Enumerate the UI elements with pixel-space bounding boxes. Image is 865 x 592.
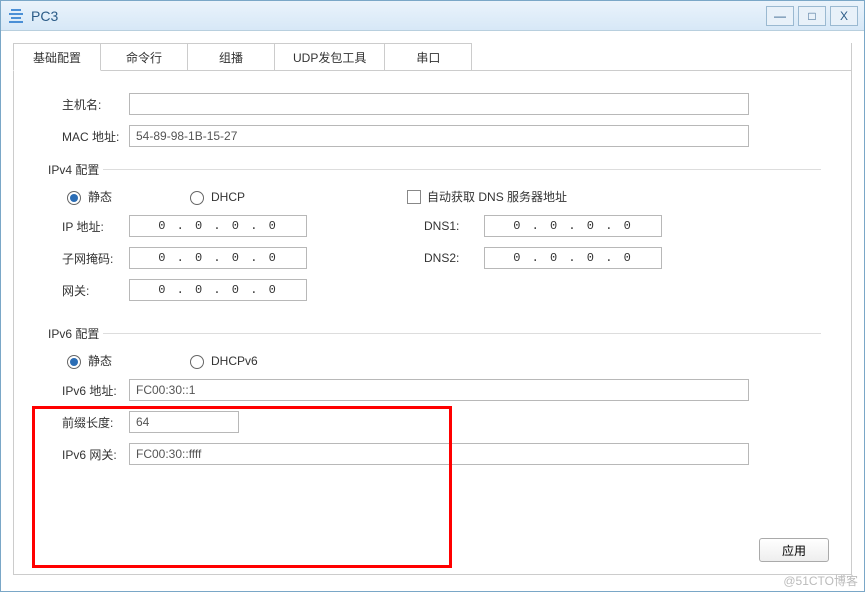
autodns-wrap[interactable]: 自动获取 DNS 服务器地址: [407, 188, 567, 205]
tab-basic[interactable]: 基础配置: [13, 43, 101, 71]
ipv4-static-radio[interactable]: [67, 191, 81, 205]
titlebar: PC3 — □ X: [1, 1, 864, 31]
dns2-input[interactable]: 0 . 0 . 0 . 0: [484, 247, 662, 269]
hostname-label: 主机名:: [44, 96, 129, 113]
maximize-button[interactable]: □: [798, 6, 826, 26]
ipv6-dhcp-label: DHCPv6: [211, 354, 258, 368]
dns1-label: DNS1:: [424, 219, 484, 233]
ipv6-fieldset: IPv6 配置 静态 DHCPv6 IPv6 地址:: [44, 325, 821, 475]
tab-cmdline[interactable]: 命令行: [100, 43, 188, 71]
close-button[interactable]: X: [830, 6, 858, 26]
autodns-checkbox[interactable]: [407, 190, 421, 204]
ipv6-prefix-input[interactable]: [129, 411, 239, 433]
dns1-input[interactable]: 0 . 0 . 0 . 0: [484, 215, 662, 237]
ipv6-prefix-label: 前缀长度:: [44, 414, 129, 431]
ipv4-static-radio-wrap[interactable]: 静态: [44, 188, 112, 205]
ipv6-gw-input[interactable]: [129, 443, 749, 465]
ipv6-dhcp-radio[interactable]: [190, 355, 204, 369]
ip-label: IP 地址:: [44, 218, 129, 235]
ipv6-addr-label: IPv6 地址:: [44, 382, 129, 399]
ip-input[interactable]: 0 . 0 . 0 . 0: [129, 215, 307, 237]
main-panel: 基础配置 命令行 组播 UDP发包工具 串口 主机名: MAC 地址: IPv4…: [13, 43, 852, 575]
ipv6-static-radio-wrap[interactable]: 静态: [44, 352, 112, 369]
ipv4-dhcp-label: DHCP: [211, 190, 245, 204]
hostname-input[interactable]: [129, 93, 749, 115]
gw-label: 网关:: [44, 282, 129, 299]
ipv4-legend: IPv4 配置: [44, 161, 103, 178]
tab-udp-tool[interactable]: UDP发包工具: [274, 43, 385, 71]
ipv4-static-label: 静态: [88, 188, 112, 205]
tab-multicast[interactable]: 组播: [187, 43, 275, 71]
ipv6-dhcp-radio-wrap[interactable]: DHCPv6: [152, 352, 258, 369]
tab-serial[interactable]: 串口: [384, 43, 472, 71]
watermark: @51CTO博客: [783, 572, 858, 589]
gw-input[interactable]: 0 . 0 . 0 . 0: [129, 279, 307, 301]
ipv6-legend: IPv6 配置: [44, 325, 103, 342]
ipv6-static-label: 静态: [88, 352, 112, 369]
tab-bar: 基础配置 命令行 组播 UDP发包工具 串口: [13, 43, 851, 71]
mac-input[interactable]: [129, 125, 749, 147]
minimize-button[interactable]: —: [766, 6, 794, 26]
window-title: PC3: [31, 8, 58, 24]
mac-label: MAC 地址:: [44, 128, 129, 145]
app-window: PC3 — □ X 基础配置 命令行 组播 UDP发包工具 串口 主机名: MA…: [0, 0, 865, 592]
ipv4-dhcp-radio[interactable]: [190, 191, 204, 205]
app-icon: [7, 7, 25, 25]
dns2-label: DNS2:: [424, 251, 484, 265]
mask-input[interactable]: 0 . 0 . 0 . 0: [129, 247, 307, 269]
ipv4-dhcp-radio-wrap[interactable]: DHCP: [152, 188, 245, 205]
ipv6-static-radio[interactable]: [67, 355, 81, 369]
autodns-label: 自动获取 DNS 服务器地址: [427, 188, 567, 205]
apply-button[interactable]: 应用: [759, 538, 829, 562]
mask-label: 子网掩码:: [44, 250, 129, 267]
ipv6-addr-input[interactable]: [129, 379, 749, 401]
ipv4-fieldset: IPv4 配置 静态 DHCP 自动获取 DNS 服务器地址: [44, 161, 821, 311]
ipv6-gw-label: IPv6 网关:: [44, 446, 129, 463]
